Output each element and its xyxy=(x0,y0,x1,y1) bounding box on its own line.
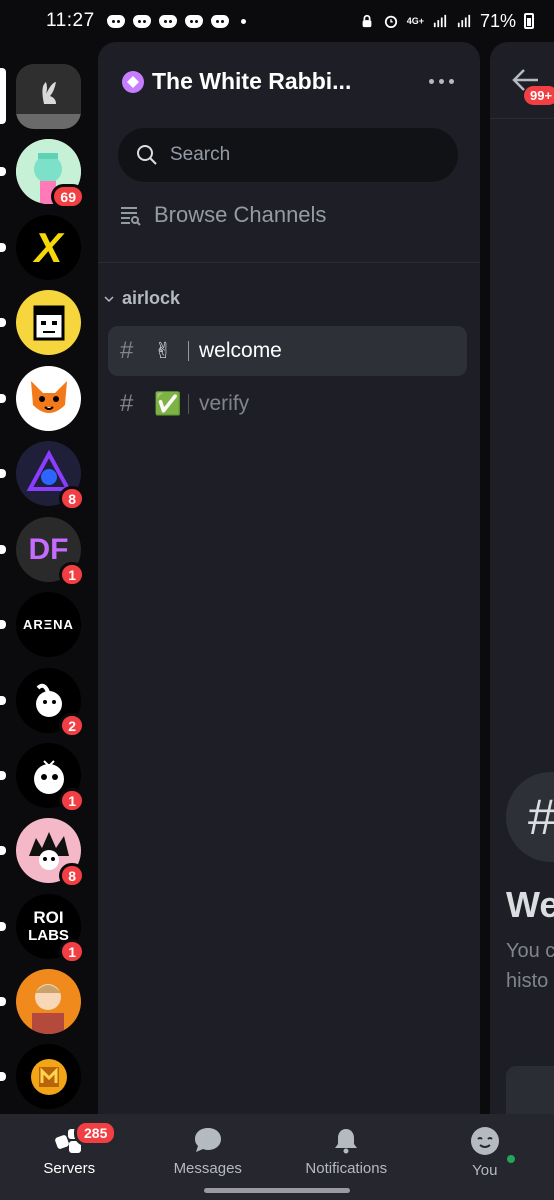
more-notifications-dot xyxy=(240,18,246,24)
separator xyxy=(188,394,189,414)
server-icon-4[interactable] xyxy=(0,290,81,355)
search-icon xyxy=(137,145,157,165)
discord-notification-icon xyxy=(210,14,229,28)
text-channel-icon: # xyxy=(120,337,134,364)
rabbit-icon xyxy=(16,64,81,129)
server-icon-df[interactable]: DF 1 xyxy=(0,517,85,587)
divider xyxy=(490,118,554,119)
unread-badge: 1 xyxy=(59,562,85,587)
online-status-indicator xyxy=(503,1152,518,1166)
unread-badge: 2 xyxy=(59,713,85,738)
welcome-description: You c histo xyxy=(506,940,554,992)
portrait-avatar-icon xyxy=(16,969,81,1034)
browse-list-icon xyxy=(121,207,141,226)
unread-badge: 8 xyxy=(59,863,85,888)
guild-name[interactable]: The White Rabbi... xyxy=(152,68,351,95)
victory-hand-emoji: ✌ xyxy=(154,338,173,363)
battery-icon xyxy=(524,13,534,29)
server-icon-6[interactable]: 8 xyxy=(0,441,85,511)
alarm-icon xyxy=(384,15,397,28)
mention-badge: 99+ xyxy=(524,86,554,105)
browse-channels-button[interactable]: Browse Channels xyxy=(120,202,326,228)
user-avatar-icon xyxy=(470,1127,499,1155)
guild-header[interactable]: The White Rabbi... xyxy=(122,68,460,95)
server-rail[interactable]: 69 X 8 DF 1 ARΞNA 2 1 8 ROI LABS 1 xyxy=(0,42,98,1114)
discord-notification-icon xyxy=(158,14,177,28)
discord-notification-icon xyxy=(184,14,203,28)
discord-notification-icon xyxy=(106,14,125,28)
server-icon-5[interactable] xyxy=(0,366,81,431)
nav-label: Messages xyxy=(173,1160,242,1177)
welcome-heading: We xyxy=(506,884,554,925)
channel-hash-icon: # xyxy=(506,772,554,862)
channel-panel: The White Rabbi... Search Browse Channel… xyxy=(98,42,480,1114)
server-icon-arena[interactable]: ARΞNA xyxy=(0,592,81,657)
unread-badge: 69 xyxy=(51,184,85,209)
lock-icon xyxy=(362,14,372,28)
unread-badge: 1 xyxy=(59,939,85,964)
chevron-down-icon xyxy=(104,295,114,302)
server-icon-x[interactable]: X xyxy=(0,215,81,280)
unread-badge: 8 xyxy=(59,486,85,511)
discord-notification-icon xyxy=(132,14,151,28)
message-card[interactable] xyxy=(506,1066,554,1114)
pixel-face-icon xyxy=(16,290,81,355)
chat-panel-peek[interactable]: 99+ # We You c histo xyxy=(490,42,554,1114)
server-icon-14[interactable] xyxy=(0,1044,81,1109)
nav-label: Servers xyxy=(43,1160,96,1177)
status-time: 11:27 xyxy=(46,10,95,31)
guild-boost-icon xyxy=(122,70,144,93)
bell-icon xyxy=(335,1129,358,1154)
server-icon-13[interactable] xyxy=(0,969,81,1034)
servers-badge: 285 xyxy=(74,1120,118,1146)
more-options-button[interactable] xyxy=(423,73,460,90)
home-indicator[interactable] xyxy=(204,1188,350,1193)
messages-icon xyxy=(194,1128,221,1152)
arena-logo-icon: ARΞNA xyxy=(16,592,81,657)
coin-logo-icon xyxy=(16,1044,81,1109)
category-label: airlock xyxy=(122,288,181,308)
search-bar[interactable]: Search xyxy=(118,128,458,182)
server-icon-white-rabbit[interactable] xyxy=(0,64,81,129)
channel-name: verify xyxy=(199,392,250,415)
category-airlock[interactable]: airlock xyxy=(104,288,180,309)
status-bar: 11:27 4G+ 71% xyxy=(0,0,554,42)
x-logo-icon: X xyxy=(16,215,81,280)
channel-name: welcome xyxy=(199,339,282,362)
nav-servers[interactable]: 285 Servers xyxy=(0,1114,139,1200)
server-icon-11[interactable]: 8 xyxy=(0,818,85,888)
nav-label: You xyxy=(472,1162,498,1179)
server-icon-roi[interactable]: ROI LABS 1 xyxy=(0,894,85,964)
divider xyxy=(98,262,480,263)
channel-verify[interactable]: # ✅ verify xyxy=(108,379,467,429)
notification-icons xyxy=(106,14,246,28)
nav-label: Notifications xyxy=(305,1160,388,1177)
selected-indicator xyxy=(0,68,6,124)
fox-icon xyxy=(16,366,81,431)
nav-you[interactable]: You xyxy=(416,1114,554,1200)
server-icon-10[interactable]: 1 xyxy=(0,743,85,813)
check-mark-emoji: ✅ xyxy=(154,391,182,416)
server-icon-9[interactable]: 2 xyxy=(0,668,85,738)
system-icons: 4G+ 71% xyxy=(359,11,534,32)
server-icon-2[interactable]: 69 xyxy=(0,139,85,209)
signal-icon-2 xyxy=(457,14,471,28)
network-type: 4G+ xyxy=(406,15,424,26)
battery-percent: 71% xyxy=(479,10,516,31)
text-channel-icon: # xyxy=(120,390,134,417)
browse-channels-label: Browse Channels xyxy=(154,202,327,227)
unread-badge: 1 xyxy=(59,788,85,813)
separator xyxy=(188,341,189,361)
channel-welcome[interactable]: # ✌ welcome xyxy=(108,326,467,376)
signal-icon xyxy=(433,14,447,28)
search-placeholder: Search xyxy=(170,144,231,165)
